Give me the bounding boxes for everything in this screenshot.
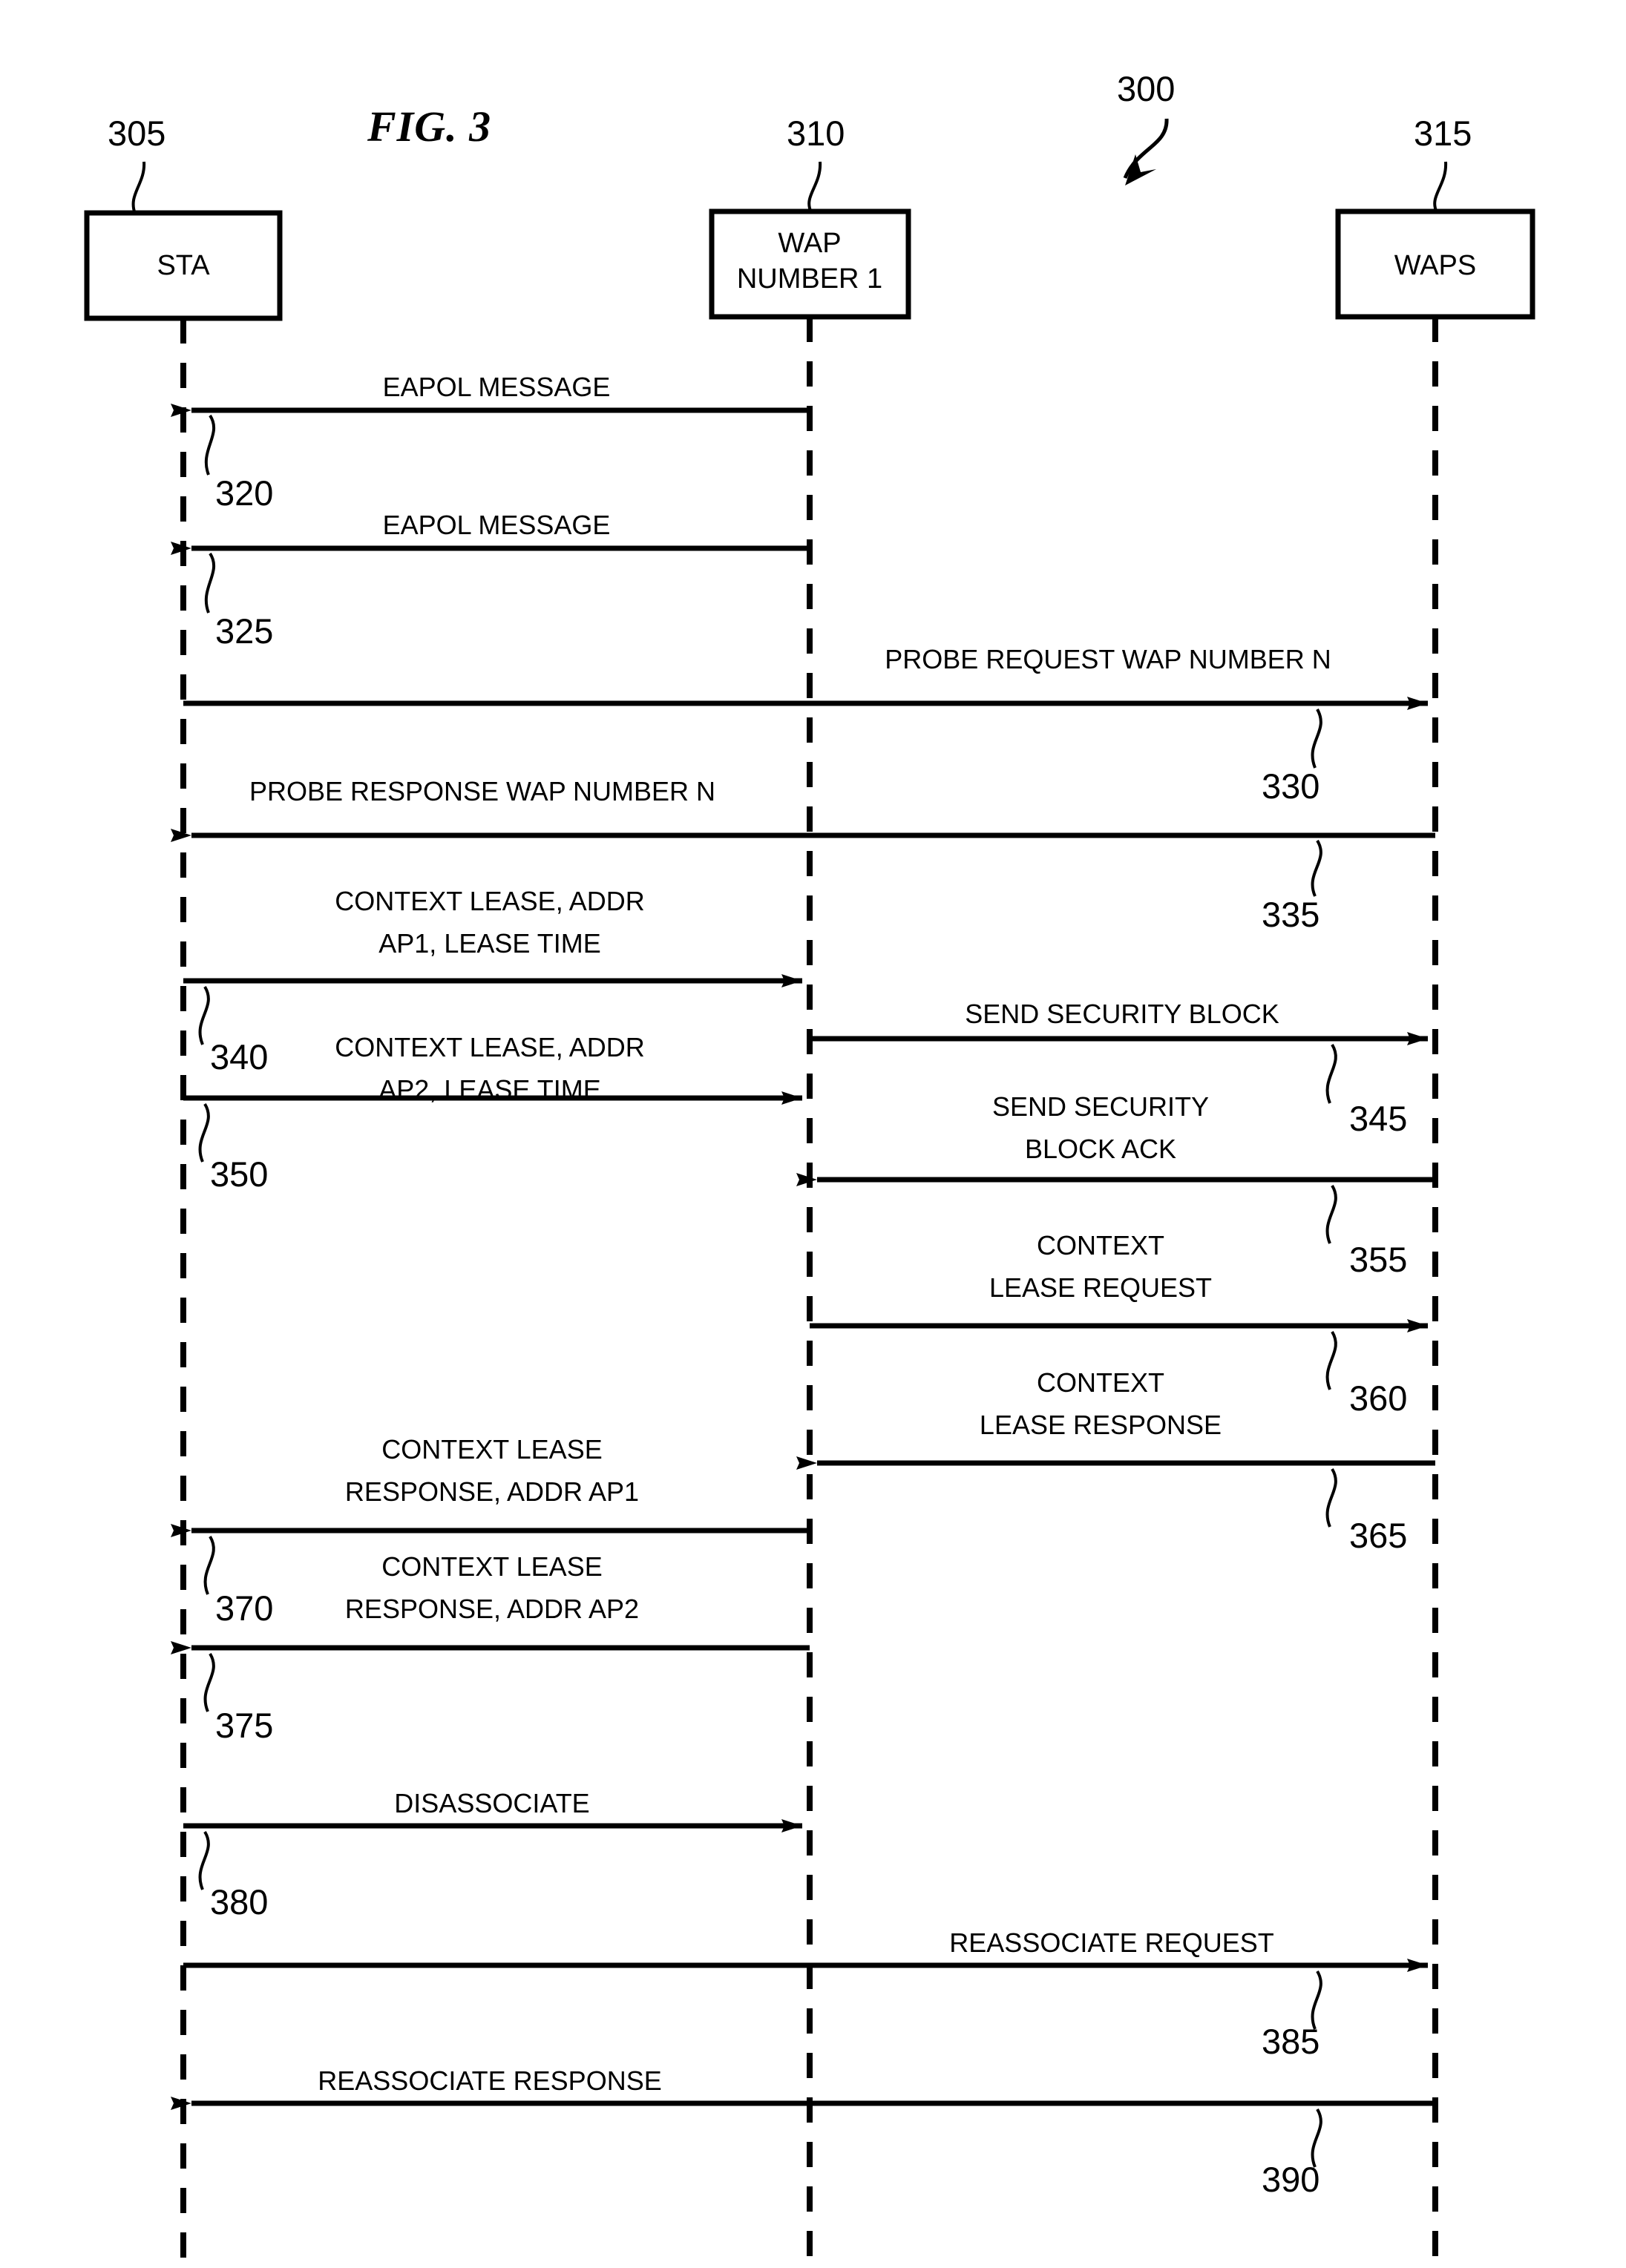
message-label-370-line2: RESPONSE, ADDR AP1 [344, 1476, 640, 1507]
message-label-325: EAPOL MESSAGE [382, 510, 611, 540]
leader-line-360 [1325, 1330, 1337, 1390]
leader-line-385 [1311, 1970, 1322, 2030]
message-label-365-line2: LEASE RESPONSE [979, 1410, 1222, 1440]
message-label-335: PROBE RESPONSE WAP NUMBER N [249, 776, 716, 806]
actor-label-waps: WAPS [1394, 250, 1477, 281]
lifeline-ref-305: 305 [108, 114, 166, 153]
message-label-355-line2: BLOCK ACK [1024, 1134, 1177, 1164]
message-ref-325: 325 [215, 611, 274, 651]
patent-figure-sequence-diagram: FIG. 3 300 305 310 315 STA WAP NUMBER 1 … [0, 0, 1626, 2268]
leader-line-390 [1311, 2108, 1322, 2168]
message-label-350-line1: CONTEXT LEASE, ADDR [335, 1032, 645, 1062]
message-label-330: PROBE REQUEST WAP NUMBER N [885, 644, 1331, 674]
lifeline-ref-310: 310 [787, 114, 845, 153]
message-ref-390: 390 [1262, 2160, 1320, 2199]
leader-line-320 [204, 414, 215, 476]
message-label-370-line1: CONTEXT LEASE [381, 1434, 603, 1465]
message-ref-335: 335 [1262, 895, 1320, 934]
leader-line-340 [198, 985, 210, 1045]
message-ref-345: 345 [1349, 1099, 1408, 1138]
message-ref-380: 380 [210, 1882, 269, 1922]
leader-line-335 [1311, 839, 1322, 897]
leader-line-310 [807, 161, 822, 213]
message-label-340-line2: AP1, LEASE TIME [378, 928, 601, 959]
leader-line-325 [204, 552, 215, 614]
diagram-ref-300: 300 [1117, 69, 1176, 108]
message-ref-370: 370 [215, 1588, 274, 1628]
message-ref-360: 360 [1349, 1378, 1408, 1418]
leader-line-345 [1325, 1043, 1337, 1104]
message-label-360-line1: CONTEXT [1036, 1230, 1165, 1260]
actor-label-wap: WAP [778, 228, 842, 259]
leader-line-380 [198, 1830, 210, 1890]
message-label-350-line2: AP2, LEASE TIME [378, 1074, 601, 1105]
leader-line-350 [198, 1102, 210, 1163]
message-label-390: REASSOCIATE RESPONSE [318, 2065, 662, 2096]
actor-label-wap-number: NUMBER 1 [736, 263, 883, 295]
message-ref-385: 385 [1262, 2022, 1320, 2061]
message-ref-340: 340 [210, 1037, 269, 1077]
message-label-375-line1: CONTEXT LEASE [381, 1551, 603, 1582]
message-label-345: SEND SECURITY BLOCK [965, 999, 1279, 1029]
actor-label-sta: STA [157, 250, 210, 281]
message-label-375-line2: RESPONSE, ADDR AP2 [344, 1594, 640, 1624]
message-ref-375: 375 [215, 1706, 274, 1745]
message-ref-365: 365 [1349, 1516, 1408, 1555]
message-label-360-line2: LEASE REQUEST [989, 1272, 1213, 1303]
message-ref-355: 355 [1349, 1240, 1408, 1279]
message-ref-320: 320 [215, 473, 274, 513]
message-label-365-line1: CONTEXT [1036, 1367, 1165, 1398]
figure-title: FIG. 3 [367, 102, 492, 151]
leader-line-365 [1325, 1467, 1337, 1528]
leader-line-355 [1325, 1184, 1337, 1244]
message-label-385: REASSOCIATE REQUEST [949, 1927, 1274, 1958]
message-label-320: EAPOL MESSAGE [382, 372, 611, 402]
leader-line-370 [203, 1535, 215, 1595]
lifeline-ref-315: 315 [1414, 114, 1472, 153]
message-label-340-line1: CONTEXT LEASE, ADDR [335, 886, 645, 916]
leader-line-315 [1433, 161, 1448, 213]
message-ref-350: 350 [210, 1154, 269, 1194]
message-label-355-line1: SEND SECURITY [991, 1091, 1210, 1122]
leader-line-375 [203, 1652, 215, 1712]
leader-line-305 [131, 161, 146, 214]
leader-line-330 [1311, 709, 1322, 769]
message-label-380: DISASSOCIATE [394, 1788, 590, 1818]
message-ref-330: 330 [1262, 766, 1320, 806]
